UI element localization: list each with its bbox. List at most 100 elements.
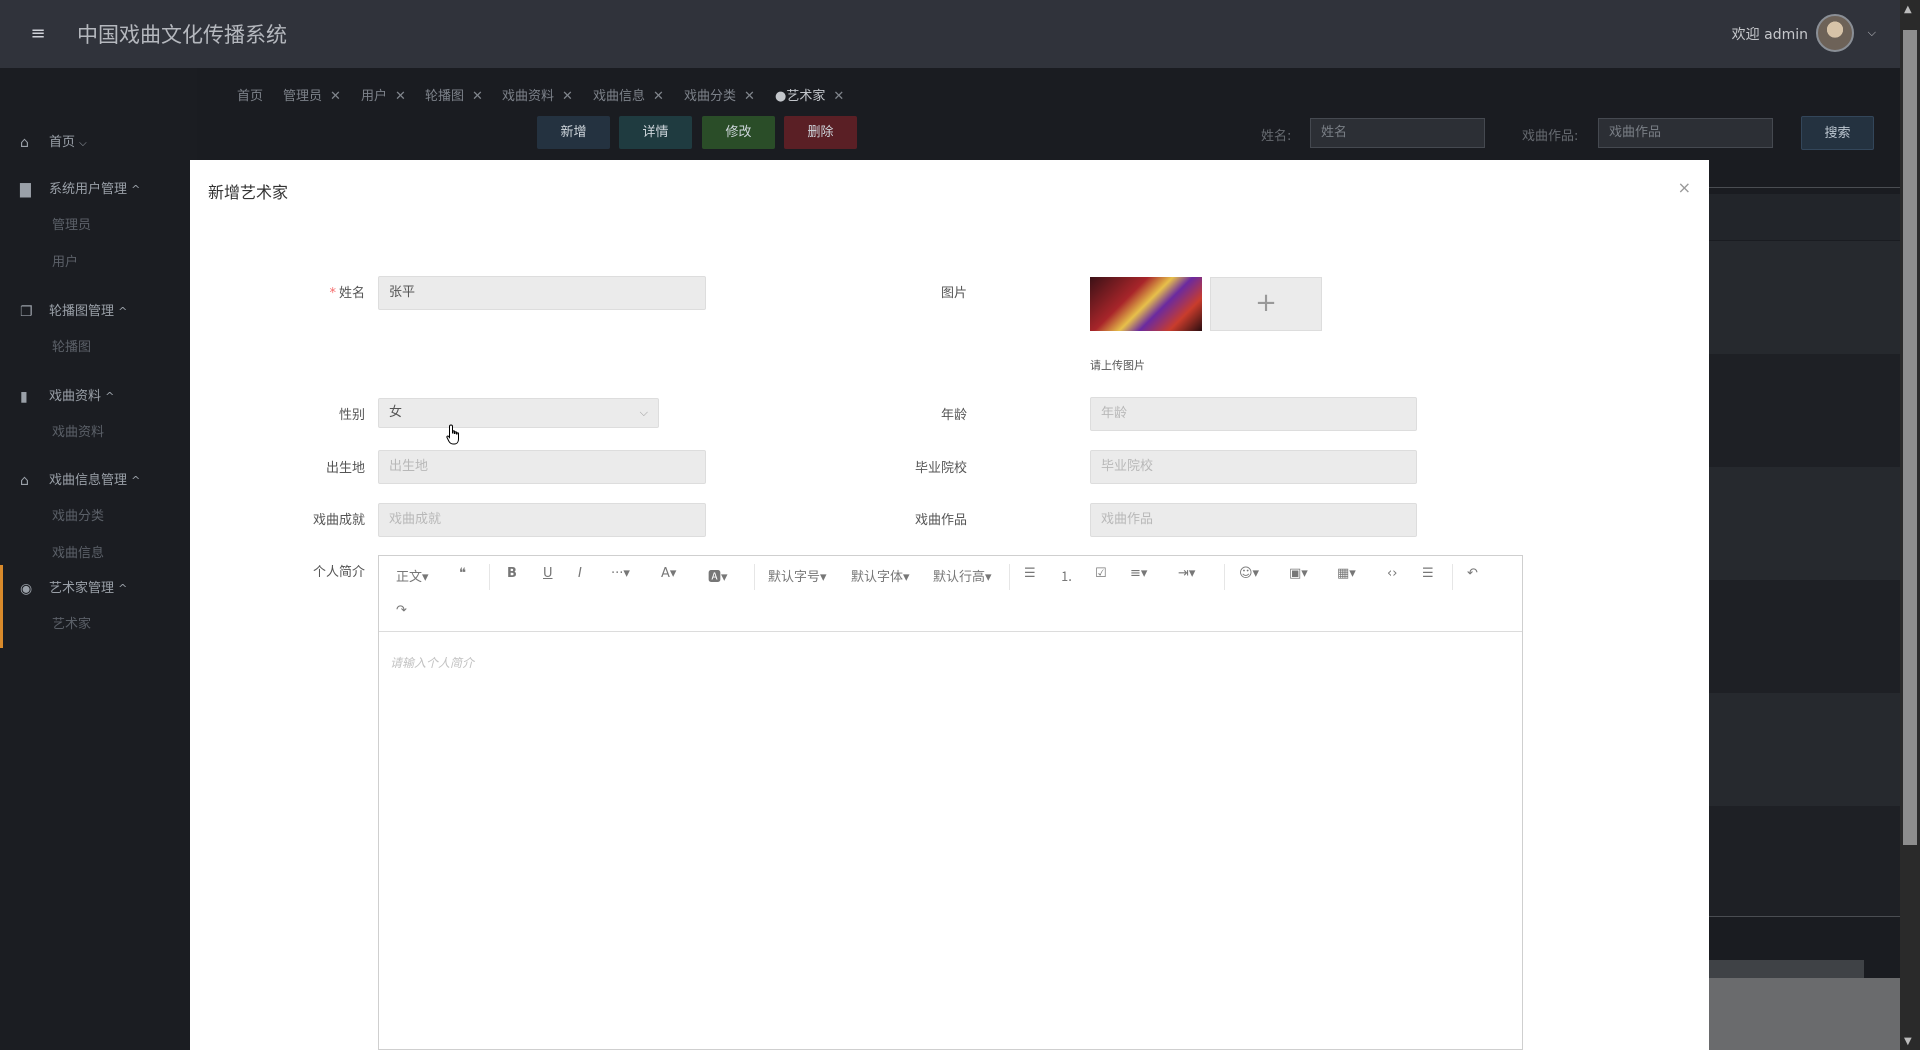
birthplace-field[interactable]: 出生地 [378,450,706,484]
tab-opera-category[interactable]: 戏曲分类 ✕ [684,85,755,104]
font-color-icon[interactable]: A▾ [661,566,676,581]
bullet-list-icon[interactable]: ☰ [1024,566,1036,581]
user-avatar[interactable] [1816,14,1854,52]
name-field[interactable]: 张平 [378,276,706,310]
toolbar-divider [754,564,755,590]
sidebar-item-label: 轮播图管理 [49,304,115,319]
horizontal-scrollbar[interactable] [1709,960,1864,978]
search-work-input[interactable]: 戏曲作品 [1598,118,1773,148]
images-icon: ❐ [20,304,33,320]
tab-opera-info[interactable]: 戏曲信息 ✕ [593,85,664,104]
chevron-up-icon: ^ [118,582,128,595]
uploaded-image-thumbnail[interactable] [1090,277,1202,331]
delete-button[interactable]: 删除 [784,116,857,149]
scroll-down-icon[interactable]: ▼ [1904,1036,1912,1047]
line-height-select[interactable]: 默认行高▾ [933,566,992,585]
table-row[interactable] [1709,693,1900,806]
top-bar: ≡ 中国戏曲文化传播系统 欢迎 admin ⌵ [0,0,1900,68]
search-name-input[interactable]: 姓名 [1310,118,1485,148]
indent-icon[interactable]: ⇥▾ [1178,566,1195,581]
birthplace-label: 出生地 [325,461,365,476]
close-icon[interactable]: × [1678,178,1691,197]
sidebar-item-opera-info[interactable]: 戏曲信息 [0,535,197,572]
age-field[interactable]: 年龄 [1090,397,1417,431]
sidebar-group-opera-info[interactable]: ⌂ 戏曲信息管理 ^ 戏曲分类 戏曲信息 [0,464,197,572]
chevron-down-icon[interactable]: ⌵ [1868,26,1876,40]
tab-artists[interactable]: ●艺术家 ✕ [775,85,844,104]
menu-toggle-icon[interactable]: ≡ [28,24,48,44]
table-icon[interactable]: ▦▾ [1337,566,1356,581]
tab-home[interactable]: 首页 [237,85,263,104]
image-icon[interactable]: ▣▾ [1289,566,1308,581]
works-field[interactable]: 戏曲作品 [1090,503,1417,537]
close-icon[interactable]: ✕ [744,89,755,104]
toolbar-divider [489,564,490,590]
sidebar-group-carousel[interactable]: ❐ 轮播图管理 ^ 轮播图 [0,295,197,366]
table-row[interactable] [1709,354,1900,467]
todo-icon[interactable]: ☑ [1095,566,1107,581]
sidebar-item-carousel[interactable]: 轮播图 [0,329,197,366]
search-button[interactable]: 搜索 [1801,116,1874,150]
chevron-down-icon: ⌵ [639,406,648,419]
font-size-select[interactable]: 默认字号▾ [768,566,827,585]
scrollbar-thumb[interactable] [1903,30,1917,845]
chevron-up-icon: ^ [118,305,128,318]
detail-button[interactable]: 详情 [619,116,692,149]
bold-icon[interactable]: B [507,566,517,581]
age-label: 年龄 [940,408,967,423]
paragraph-select[interactable]: 正文▾ [396,566,429,585]
close-icon[interactable]: ✕ [395,89,406,104]
achievement-field[interactable]: 戏曲成就 [378,503,706,537]
font-family-select[interactable]: 默认字体▾ [851,566,910,585]
redo-icon[interactable]: ↷ [396,603,407,618]
sidebar-item-opera-data[interactable]: 戏曲资料 [0,414,197,451]
more-icon[interactable]: ···▾ [611,566,630,581]
background-color-icon[interactable]: 🅰▾ [708,566,728,585]
gender-select[interactable]: 女 ⌵ [378,398,659,428]
tab-label: ●艺术家 [775,89,826,104]
table-row[interactable] [1709,806,1900,916]
underline-icon[interactable]: U [543,566,553,581]
tab-opera-data[interactable]: 戏曲资料 ✕ [502,85,573,104]
add-button[interactable]: 新增 [537,116,610,149]
close-icon[interactable]: ✕ [653,89,664,104]
rich-text-editor[interactable]: 正文▾ ❝ B U I ···▾ A▾ 🅰▾ 默认字号▾ 默认字体▾ 默认行高▾… [378,555,1523,1050]
undo-icon[interactable]: ↶ [1467,566,1478,581]
code-icon[interactable]: ‹› [1387,566,1397,581]
tab-carousel[interactable]: 轮播图 ✕ [425,85,483,104]
tab-admins[interactable]: 管理员 ✕ [283,85,341,104]
italic-icon[interactable]: I [578,566,582,581]
school-field[interactable]: 毕业院校 [1090,450,1417,484]
sidebar-item-users[interactable]: 用户 [0,244,197,281]
divider-line-icon[interactable]: ☰ [1422,566,1434,581]
align-icon[interactable]: ≡▾ [1130,566,1147,581]
sidebar-item-artists[interactable]: 艺术家 [0,606,197,643]
close-icon[interactable]: ✕ [833,89,844,104]
tab-label: 首页 [237,89,264,104]
sidebar-item-home[interactable]: ⌂ 首页 ⌵ [0,126,197,160]
pagination-area [1709,978,1900,1050]
sidebar-group-system-users[interactable]: ▇ 系统用户管理 ^ 管理员 用户 [0,173,197,281]
close-icon[interactable]: ✕ [330,89,341,104]
tab-bar: 首页 管理员 ✕ 用户 ✕ 轮播图 ✕ 戏曲资料 ✕ 戏曲信息 ✕ 戏曲分类 ✕ ●艺术家 ✕ [197,68,1900,118]
table-row[interactable] [1709,580,1900,693]
quote-icon[interactable]: ❝ [459,566,466,581]
gender-value: 女 [389,405,403,420]
upload-image-button[interactable]: + [1210,277,1322,331]
sidebar-item-opera-category[interactable]: 戏曲分类 [0,498,197,535]
scroll-up-icon[interactable]: ▲ [1904,4,1912,15]
numbered-list-icon[interactable]: ⒈ [1060,566,1073,585]
sidebar-item-admins[interactable]: 管理员 [0,207,197,244]
emoji-icon[interactable]: ☺▾ [1239,566,1259,581]
sidebar-group-artists[interactable]: ◉ 艺术家管理 ^ 艺术家 [0,572,197,643]
close-icon[interactable]: ✕ [562,89,573,104]
edit-button[interactable]: 修改 [702,116,775,149]
table-row[interactable] [1709,241,1900,354]
sidebar-group-opera-data[interactable]: ▮ 戏曲资料 ^ 戏曲资料 [0,380,197,451]
tab-label: 戏曲分类 [684,89,737,104]
tab-users[interactable]: 用户 ✕ [361,85,406,104]
table-row[interactable] [1709,467,1900,580]
close-icon[interactable]: ✕ [472,89,483,104]
school-label: 毕业院校 [914,461,967,476]
tab-label: 戏曲资料 [502,89,555,104]
